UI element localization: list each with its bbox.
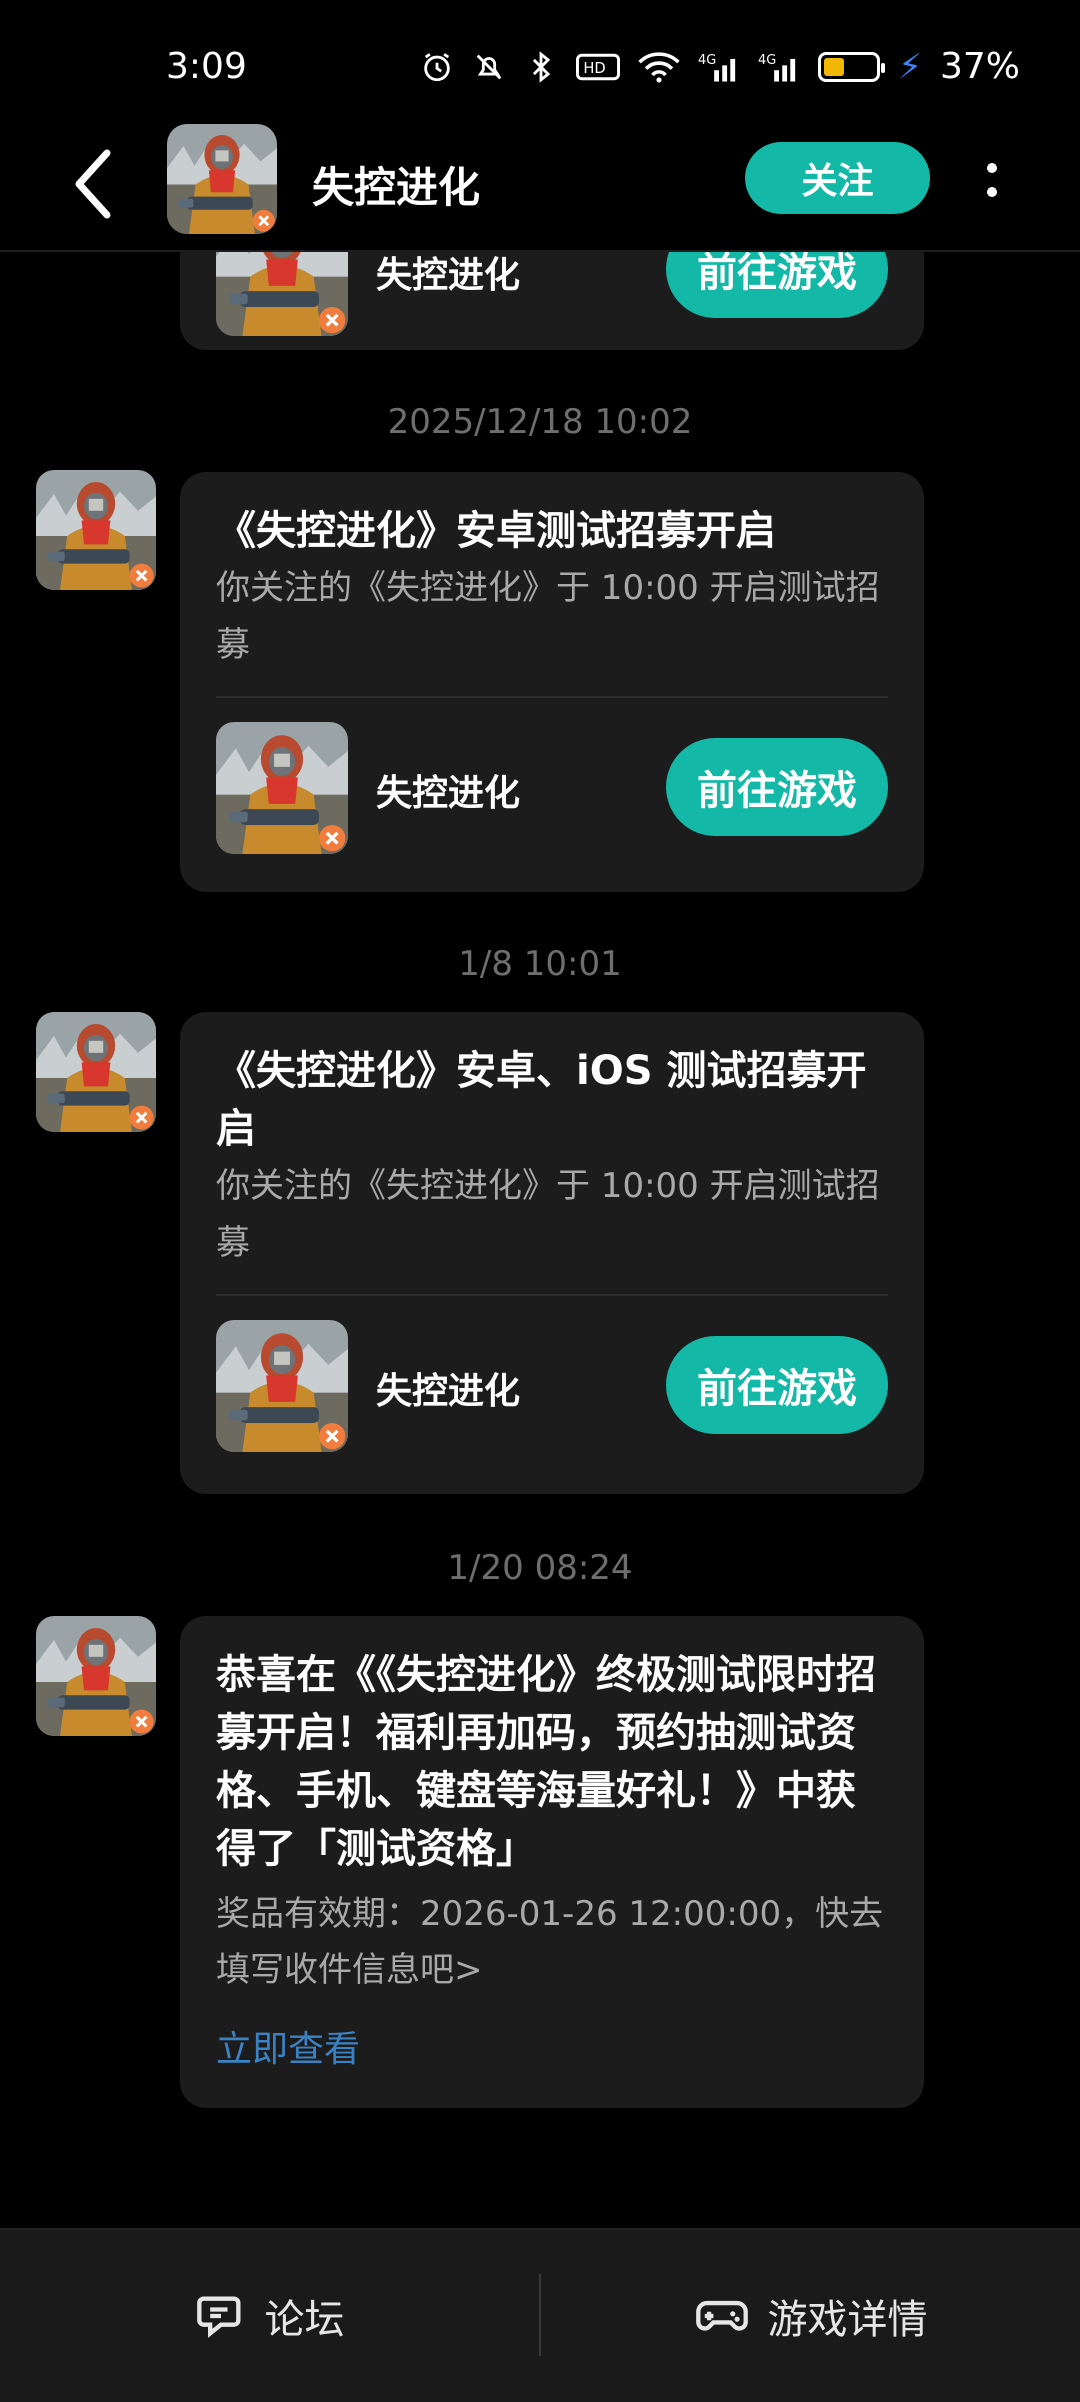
mute-icon bbox=[476, 54, 502, 79]
game-icon[interactable] bbox=[216, 1320, 348, 1452]
message-card: 《失控进化》安卓测试招募开启 你关注的《失控进化》于 10:00 开启测试招募 … bbox=[180, 472, 924, 892]
more-dot-icon bbox=[987, 163, 997, 173]
follow-button[interactable]: 关注 bbox=[745, 142, 930, 214]
message-list[interactable]: 失控进化 前往游戏 2025/12/18 10:02 《失控进化》安卓测试招募开… bbox=[0, 252, 1080, 2227]
svg-text:4G: 4G bbox=[698, 52, 716, 67]
more-dot-icon bbox=[987, 187, 997, 197]
message-title: 《失控进化》安卓测试招募开启 bbox=[216, 508, 776, 554]
battery-percent: 37% bbox=[939, 46, 1020, 87]
go-to-game-button[interactable]: 前往游戏 bbox=[666, 252, 888, 318]
message-card: 恭喜在《《失控进化》终极测试限时招募开启！福利再加码，预约抽测试资格、手机、键盘… bbox=[180, 1616, 924, 2108]
wifi-icon bbox=[638, 51, 680, 83]
message-timestamp: 2025/12/18 10:02 bbox=[387, 402, 693, 442]
bluetooth-icon bbox=[533, 50, 551, 83]
prize-message-title: 恭喜在《《失控进化》终极测试限时招募开启！福利再加码，预约抽测试资格、手机、键盘… bbox=[216, 1652, 876, 1872]
svg-text:4G: 4G bbox=[758, 52, 776, 67]
go-to-game-button[interactable]: 前往游戏 bbox=[666, 738, 888, 836]
back-arrow-icon bbox=[75, 149, 111, 219]
page-title: 失控进化 bbox=[312, 163, 481, 212]
message-title: 《失控进化》安卓、iOS 测试招募开启 bbox=[216, 1048, 867, 1152]
game-avatar[interactable] bbox=[167, 124, 277, 234]
status-bar: 3:09 HD 4G 4G ⚡ 37% bbox=[0, 0, 1080, 120]
status-time: 3:09 bbox=[166, 46, 247, 87]
game-icon[interactable] bbox=[216, 722, 348, 854]
game-row: 失控进化 前往游戏 bbox=[216, 698, 888, 868]
back-button[interactable] bbox=[58, 144, 128, 224]
message-description: 你关注的《失控进化》于 10:00 开启测试招募 bbox=[216, 1166, 880, 1263]
game-name: 失控进化 bbox=[376, 255, 521, 296]
game-details-label: 游戏详情 bbox=[767, 2297, 928, 2343]
game-row: 失控进化 前往游戏 bbox=[216, 252, 888, 350]
header: 失控进化 关注 bbox=[0, 120, 1080, 252]
message-timestamp: 1/8 10:01 bbox=[458, 944, 622, 984]
game-icon[interactable] bbox=[216, 252, 348, 336]
forum-tab[interactable]: 论坛 bbox=[0, 2230, 539, 2402]
message-card: 失控进化 前往游戏 bbox=[180, 252, 924, 350]
forum-label: 论坛 bbox=[264, 2297, 345, 2343]
signal-4g-icon: 4G bbox=[758, 52, 796, 82]
charging-icon: ⚡ bbox=[898, 46, 922, 87]
battery-icon bbox=[818, 51, 886, 82]
forum-icon bbox=[196, 2296, 240, 2338]
more-options-button[interactable] bbox=[972, 150, 1012, 210]
game-details-tab[interactable]: 游戏详情 bbox=[541, 2230, 1080, 2402]
hd-icon: HD bbox=[576, 53, 621, 80]
sender-avatar[interactable] bbox=[36, 470, 156, 590]
status-icons: HD 4G 4G ⚡ 37% bbox=[420, 46, 1020, 87]
sender-avatar[interactable] bbox=[36, 1616, 156, 1736]
alarm-icon bbox=[424, 52, 450, 81]
message-description: 你关注的《失控进化》于 10:00 开启测试招募 bbox=[216, 568, 880, 665]
message-timestamp: 1/20 08:24 bbox=[447, 1548, 633, 1588]
svg-text:HD: HD bbox=[583, 59, 605, 76]
game-row: 失控进化 前往游戏 bbox=[216, 1296, 888, 1466]
bottom-bar: 论坛 游戏详情 bbox=[0, 2228, 1080, 2402]
sender-avatar[interactable] bbox=[36, 1012, 156, 1132]
view-now-link[interactable]: 立即查看 bbox=[216, 2020, 360, 2072]
game-name: 失控进化 bbox=[376, 1371, 521, 1412]
prize-validity-text[interactable]: 奖品有效期：2026-01-26 12:00:00，快去填写收件信息吧> bbox=[216, 1886, 888, 1998]
signal-4g-icon: 4G bbox=[698, 52, 736, 82]
go-to-game-button[interactable]: 前往游戏 bbox=[666, 1336, 888, 1434]
game-name: 失控进化 bbox=[376, 773, 521, 814]
message-card: 《失控进化》安卓、iOS 测试招募开启 你关注的《失控进化》于 10:00 开启… bbox=[180, 1012, 924, 1494]
gamepad-icon bbox=[695, 2300, 748, 2331]
